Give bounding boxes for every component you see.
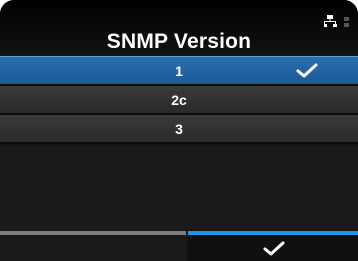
option-label: 3 (175, 121, 183, 137)
network-icon (324, 15, 349, 27)
list-item[interactable]: 1 (0, 56, 358, 86)
checkmark-icon (296, 63, 318, 78)
page-title: SNMP Version (106, 30, 252, 53)
softkey-back-button[interactable] (0, 231, 186, 261)
softkey-confirm-button[interactable] (188, 231, 358, 261)
options-list: 1 2c 3 (0, 56, 358, 144)
printer-display: SNMP Version 1 2c 3 (0, 0, 358, 261)
list-item[interactable]: 3 (0, 115, 358, 144)
list-empty-area (0, 146, 358, 230)
option-label: 2c (171, 92, 187, 108)
display-frame: SNMP Version 1 2c 3 (0, 0, 358, 261)
header: SNMP Version (0, 0, 358, 55)
list-item[interactable]: 2c (0, 86, 358, 115)
checkmark-icon (263, 241, 285, 256)
